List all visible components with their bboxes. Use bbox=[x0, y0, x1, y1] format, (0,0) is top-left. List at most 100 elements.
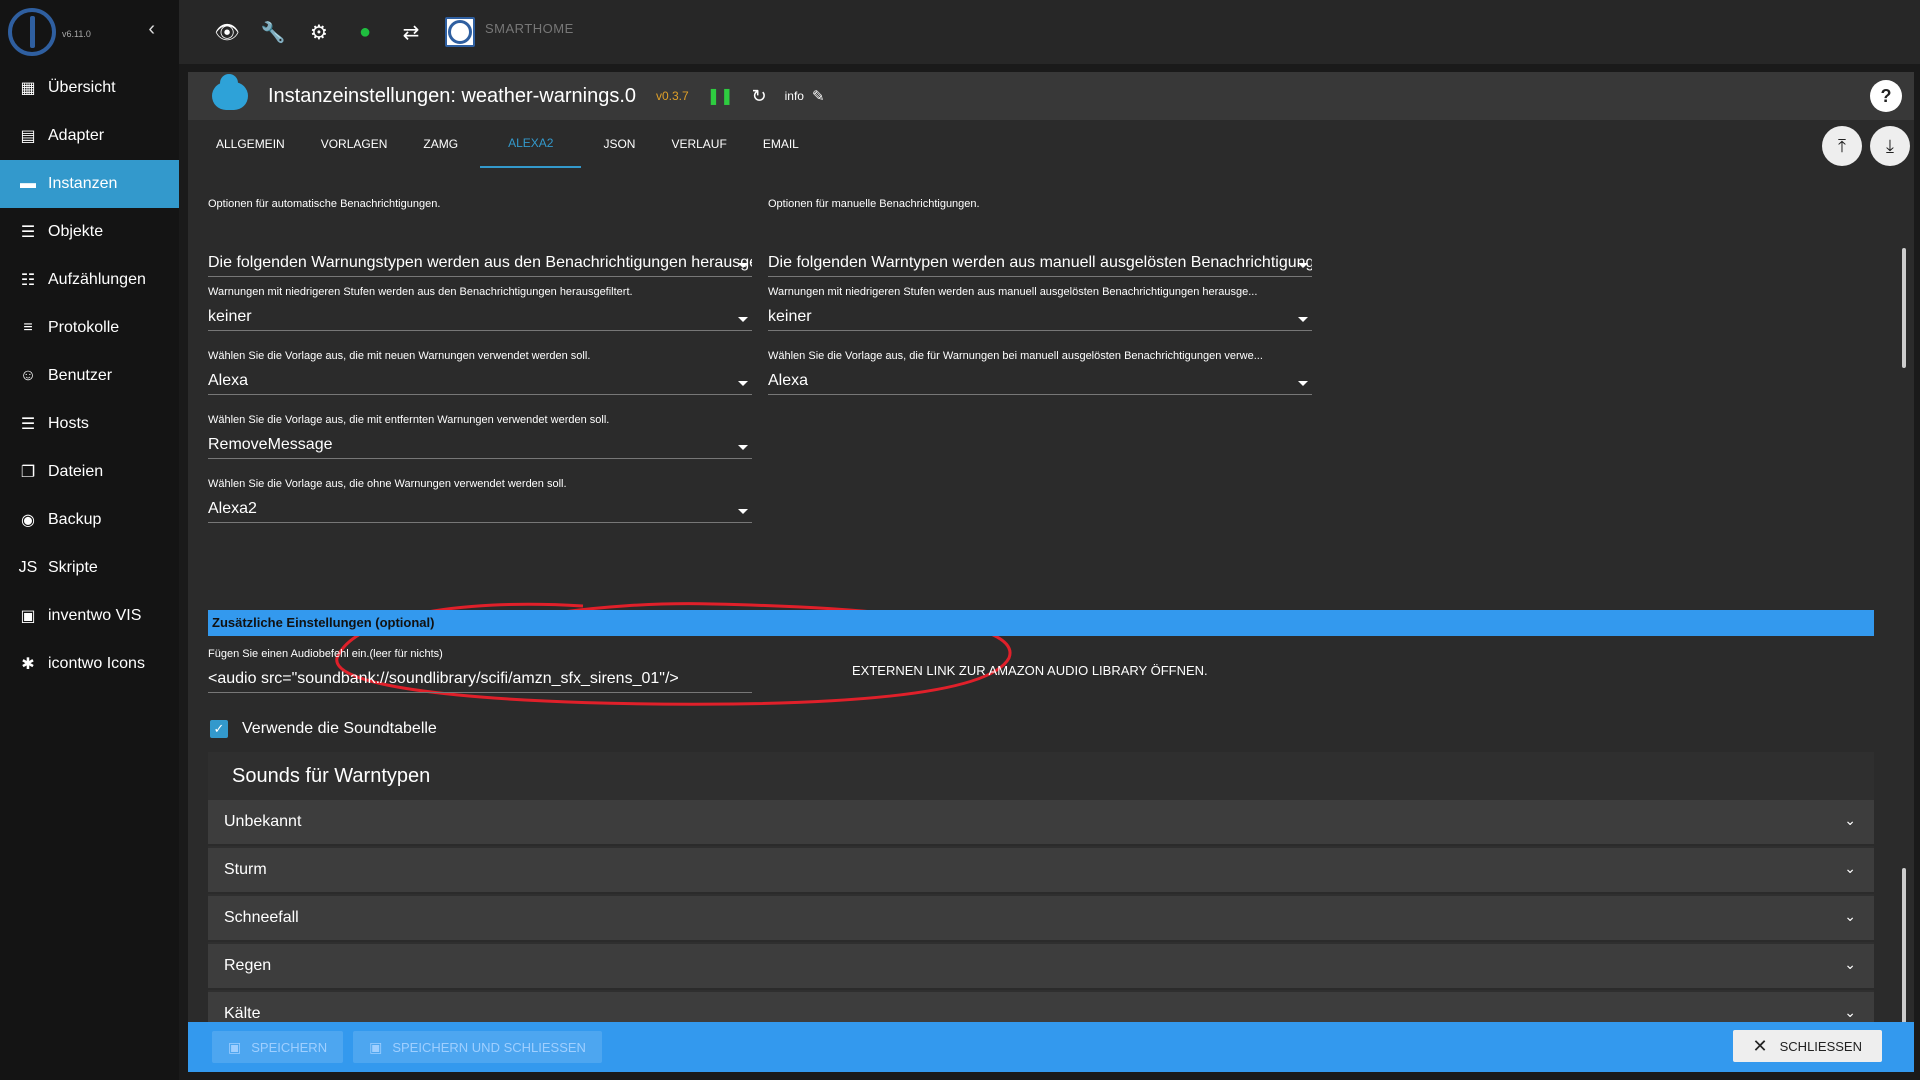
accordion-label: Sturm bbox=[224, 861, 267, 878]
js-icon: JS bbox=[18, 559, 38, 576]
additional-settings-header: Zusätzliche Einstellungen (optional) bbox=[208, 610, 1874, 636]
dropdown-arrow-icon bbox=[1298, 317, 1308, 322]
chevron-down-icon: ⌄ bbox=[1844, 908, 1856, 924]
sidebar-item-label: inventwo VIS bbox=[48, 607, 142, 624]
grid-icon: ▦ bbox=[20, 80, 36, 97]
scrollbar-thumb-lower[interactable] bbox=[1902, 868, 1906, 1026]
sidebar-item-skripte[interactable]: JS Skripte bbox=[0, 544, 179, 592]
tab-alexa2[interactable]: ALEXA2 bbox=[480, 120, 582, 168]
close-button[interactable]: ✕ SCHLIESSEN bbox=[1732, 1030, 1882, 1062]
save-button[interactable]: ▣ SPEICHERN bbox=[212, 1031, 344, 1063]
hosts-icon: ☰ bbox=[20, 416, 36, 433]
accordion-label: Kälte bbox=[224, 1005, 261, 1022]
info-label: info bbox=[784, 89, 804, 103]
audio-command-input[interactable]: Fügen Sie einen Audiobefehl ein.(leer fü… bbox=[208, 648, 752, 693]
logo-row: v6.11.0 ‹ bbox=[0, 0, 179, 64]
sidebar-item-label: Aufzählungen bbox=[48, 271, 146, 288]
sound-accordion-kälte[interactable]: Kälte ⌄ bbox=[208, 992, 1874, 1026]
left-filter-types-select[interactable]: Die folgenden Warnungstypen werden aus d… bbox=[208, 232, 752, 277]
sidebar-item-dateien[interactable]: ❐ Dateien bbox=[0, 448, 179, 496]
sidebar-item-benutzer[interactable]: ☺ Benutzer bbox=[0, 352, 179, 400]
tab-json[interactable]: JSON bbox=[589, 120, 649, 168]
sidebar-item-inventwo-vis[interactable]: ▣ inventwo VIS bbox=[0, 592, 179, 640]
sound-accordion-unbekannt[interactable]: Unbekannt ⌄ bbox=[208, 800, 1874, 846]
right-filter-types-select[interactable]: Die folgenden Warntypen werden aus manue… bbox=[768, 232, 1312, 277]
download-icon[interactable]: ⤓ bbox=[1870, 126, 1910, 166]
chevron-down-icon: ⌄ bbox=[1844, 956, 1856, 972]
dropdown-arrow-icon bbox=[738, 317, 748, 322]
sidebar-item-label: Skripte bbox=[48, 559, 98, 576]
dropdown-arrow-icon bbox=[1298, 263, 1308, 268]
tab-zamg[interactable]: ZAMG bbox=[409, 120, 472, 168]
gear-icon[interactable]: ⚙ bbox=[307, 20, 331, 44]
right-template-manual-select[interactable]: Wählen Sie die Vorlage aus, die für Warn… bbox=[768, 350, 1312, 395]
sidebar-item-instanzen[interactable]: ▬ Instanzen bbox=[0, 160, 179, 208]
soundtable-checkbox-row[interactable]: ✓ Verwende die Soundtabelle bbox=[210, 720, 437, 738]
backup-icon: ◉ bbox=[21, 512, 35, 529]
dropdown-arrow-icon bbox=[738, 381, 748, 386]
brand-logo-icon bbox=[445, 17, 475, 47]
dialog-footer: ▣ SPEICHERN ▣ SPEICHERN UND SCHLIESSEN ✕ SC… bbox=[188, 1022, 1914, 1072]
upload-icon[interactable]: ⤒ bbox=[1822, 126, 1862, 166]
help-icon[interactable]: ? bbox=[1870, 80, 1902, 112]
sidebar-item-hosts[interactable]: ☰ Hosts bbox=[0, 400, 179, 448]
close-icon: ✕ bbox=[1752, 1035, 1768, 1056]
wrench-icon[interactable]: 🔧 bbox=[261, 20, 286, 44]
sidebar: v6.11.0 ‹ ▦ Übersicht ▤ Adapter ▬ Instanzen ☰ O… bbox=[0, 0, 179, 1080]
save-and-close-button[interactable]: ▣ SPEICHERN UND SCHLIESSEN bbox=[353, 1031, 602, 1063]
sidebar-item-label: Objekte bbox=[48, 223, 104, 240]
amazon-audio-library-link[interactable]: EXTERNEN LINK ZUR AMAZON AUDIO LIBRARY Ö… bbox=[852, 663, 1208, 678]
refresh-icon[interactable]: ↻ bbox=[752, 86, 767, 107]
scrollbar-thumb[interactable] bbox=[1902, 248, 1906, 368]
floppy-icon: ▣ bbox=[369, 1038, 383, 1055]
sidebar-item-protokolle[interactable]: ≡ Protokolle bbox=[0, 304, 179, 352]
enum-icon: ☷ bbox=[20, 272, 36, 289]
edit-icon[interactable]: ✎ bbox=[812, 87, 825, 105]
left-template-removed-select[interactable]: Wählen Sie die Vorlage aus, die mit entf… bbox=[208, 414, 752, 459]
sidebar-item-aufzählungen[interactable]: ☷ Aufzählungen bbox=[0, 256, 179, 304]
sidebar-item-label: icontwo Icons bbox=[48, 655, 145, 672]
tab-allgemein[interactable]: ALLGEMEIN bbox=[202, 120, 299, 168]
chevron-down-icon: ⌄ bbox=[1844, 860, 1856, 876]
tab-bar: ALLGEMEIN VORLAGEN ZAMG ALEXA2 JSON VERLAUF EM… bbox=[188, 120, 821, 168]
left-template-new-select[interactable]: Wählen Sie die Vorlage aus, die mit neue… bbox=[208, 350, 752, 395]
left-template-none-select[interactable]: Wählen Sie die Vorlage aus, die ohne War… bbox=[208, 478, 752, 523]
sidebar-item-label: Übersicht bbox=[48, 79, 116, 96]
sounds-panel-title: Sounds für Warntypen bbox=[232, 765, 431, 787]
sync-off-icon[interactable]: ⇄ bbox=[399, 20, 423, 44]
app-root: v6.11.0 ‹ ▦ Übersicht ▤ Adapter ▬ Instanzen ☰ O… bbox=[0, 0, 1920, 1080]
sidebar-item-adapter[interactable]: ▤ Adapter bbox=[0, 112, 179, 160]
tab-email[interactable]: EMAIL bbox=[749, 120, 813, 168]
sidebar-item-label: Benutzer bbox=[48, 367, 113, 384]
checkbox-checked-icon[interactable]: ✓ bbox=[210, 720, 228, 738]
right-filter-level-select[interactable]: Warnungen mit niedrigeren Stufen werden … bbox=[768, 286, 1312, 331]
sounds-panel: Sounds für Warntypen Unbekannt ⌄ Sturm ⌄ Sch… bbox=[208, 752, 1874, 1026]
accordion-label: Unbekannt bbox=[224, 813, 302, 830]
weather-cloud-icon bbox=[212, 74, 248, 110]
sidebar-item-label: Adapter bbox=[48, 127, 105, 144]
eye-icon[interactable]: 👁 bbox=[214, 20, 239, 44]
sound-accordion-regen[interactable]: Regen ⌄ bbox=[208, 944, 1874, 990]
left-filter-level-select[interactable]: Warnungen mit niedrigeren Stufen werden … bbox=[208, 286, 752, 331]
user-icon: ☺ bbox=[19, 367, 37, 384]
sidebar-item-backup[interactable]: ◉ Backup bbox=[0, 496, 179, 544]
right-heading: Optionen für manuelle Benachrichtigungen… bbox=[768, 198, 980, 210]
chevron-down-icon: ⌄ bbox=[1844, 1004, 1856, 1020]
sound-accordion-schneefall[interactable]: Schneefall ⌄ bbox=[208, 896, 1874, 942]
vis-icon: ▣ bbox=[20, 608, 36, 625]
files-icon: ❐ bbox=[20, 464, 36, 481]
brand-text: SMARTHOME bbox=[485, 20, 574, 36]
expert-mode-icon[interactable]: ● bbox=[353, 20, 377, 44]
pause-icon[interactable]: ❚❚ bbox=[707, 86, 734, 106]
sidebar-item-label: Backup bbox=[48, 511, 102, 528]
dialog-title: Instanzeinstellungen: weather-warnings.0 bbox=[268, 84, 636, 107]
tab-verlauf[interactable]: VERLAUF bbox=[657, 120, 740, 168]
tab-vorlagen[interactable]: VORLAGEN bbox=[307, 120, 402, 168]
collapse-sidebar-icon[interactable]: ‹ bbox=[148, 18, 155, 41]
instances-icon: ▬ bbox=[20, 175, 36, 192]
icons-icon: ✱ bbox=[21, 656, 35, 673]
sidebar-item-icontwo-icons[interactable]: ✱ icontwo Icons bbox=[0, 640, 179, 688]
sidebar-item-objekte[interactable]: ☰ Objekte bbox=[0, 208, 179, 256]
sound-accordion-sturm[interactable]: Sturm ⌄ bbox=[208, 848, 1874, 894]
sidebar-item-übersicht[interactable]: ▦ Übersicht bbox=[0, 64, 179, 112]
